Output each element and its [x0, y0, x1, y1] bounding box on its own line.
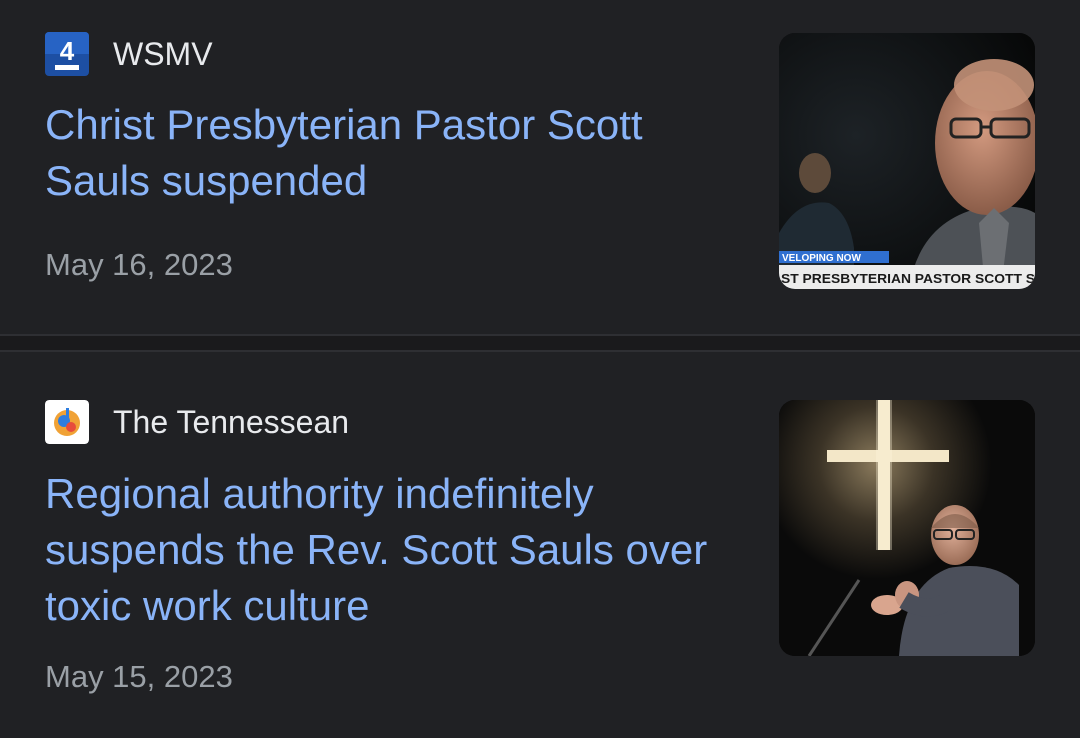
article-thumbnail[interactable]: VELOPING NOW ST PRESBYTERIAN PASTOR SCOT…	[779, 33, 1035, 289]
article-date: May 16, 2023	[45, 247, 233, 282]
ticker-bottom-text: ST PRESBYTERIAN PASTOR SCOTT S	[781, 271, 1035, 286]
article-headline[interactable]: Regional authority indefinitely suspends…	[45, 466, 745, 634]
article-date: May 15, 2023	[45, 659, 233, 694]
source-row: The Tennessean	[45, 400, 349, 444]
source-name: The Tennessean	[113, 404, 350, 440]
wsmv-logo-icon: 4	[45, 32, 89, 76]
source-row: 4 WSMV	[45, 32, 213, 76]
article-card[interactable]: 4 WSMV Christ Presbyterian Pastor Scott …	[0, 0, 1080, 334]
ticker-top-text: VELOPING NOW	[782, 253, 861, 264]
article-thumbnail[interactable]	[779, 400, 1035, 656]
article-card[interactable]: The Tennessean Regional authority indefi…	[0, 352, 1080, 738]
tennessean-logo-icon	[45, 400, 89, 444]
article-headline[interactable]: Christ Presbyterian Pastor Scott Sauls s…	[45, 97, 745, 209]
source-name: WSMV	[113, 36, 213, 72]
svg-text:4: 4	[60, 36, 75, 66]
section-divider	[0, 334, 1080, 352]
news-feed: 4 WSMV Christ Presbyterian Pastor Scott …	[0, 0, 1080, 738]
